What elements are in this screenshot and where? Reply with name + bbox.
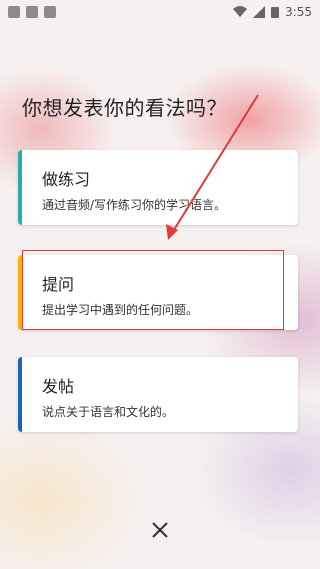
battery-icon xyxy=(271,7,280,18)
close-icon xyxy=(152,522,168,538)
card-heading: 做练习 xyxy=(42,170,91,189)
shield-icon xyxy=(26,6,38,18)
practice-option-card[interactable]: 做练习 通过音频/写作练习你的学习语言。 xyxy=(18,150,298,225)
card-accent xyxy=(18,255,22,330)
status-time: 3:55 xyxy=(285,5,312,19)
card-accent xyxy=(18,357,22,432)
card-description: 说点关于语言和文化的。 xyxy=(42,405,175,419)
signal-icon xyxy=(253,6,266,18)
wifi-icon xyxy=(233,6,248,18)
card-description: 通过音频/写作练习你的学习语言。 xyxy=(42,198,227,212)
card-heading: 发帖 xyxy=(42,377,75,396)
font-icon xyxy=(44,6,56,18)
status-bar: 3:55 xyxy=(0,0,320,24)
card-heading: 提问 xyxy=(42,275,75,294)
page-title: 你想发表你的看法吗？ xyxy=(22,96,227,120)
post-option-card[interactable]: 发帖 说点关于语言和文化的。 xyxy=(18,357,298,432)
app-notification-icon xyxy=(8,6,20,18)
card-description: 提出学习中遇到的任何问题。 xyxy=(42,303,199,317)
card-accent xyxy=(18,150,22,225)
close-button[interactable] xyxy=(150,520,170,540)
ask-question-option-card[interactable]: 提问 提出学习中遇到的任何问题。 xyxy=(18,255,298,330)
